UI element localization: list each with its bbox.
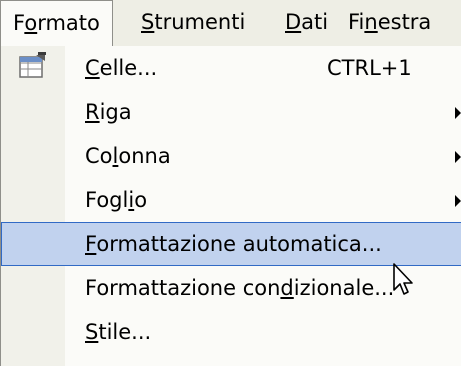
- celle-text-b: elle...: [99, 56, 158, 80]
- menu-item-riga[interactable]: Riga: [1, 90, 461, 134]
- menu-item-stile-label: Stile...: [85, 310, 151, 354]
- arrow-pointer-icon: [393, 263, 413, 295]
- menu-finestra-text-a: Fi: [348, 10, 365, 34]
- menu-dati[interactable]: Dati: [273, 0, 340, 44]
- menu-formato-text-a: F: [13, 11, 25, 35]
- menu-bar: Formato Strumenti Dati Finestra: [0, 0, 461, 47]
- menu-dati-accel: D: [285, 10, 302, 34]
- menu-strumenti-accel: S: [141, 10, 155, 34]
- celle-accel: C: [85, 56, 100, 80]
- menu-item-formattazione-automatica-label: Formattazione automatica...: [85, 222, 382, 266]
- riga-text-b: iga: [99, 100, 132, 124]
- menu-finestra-text-b: estra: [377, 10, 432, 34]
- excel-format-menu-screen: Formato Strumenti Dati Finestra Celle...…: [0, 0, 461, 366]
- submenu-arrow-icon: [455, 195, 461, 207]
- condizionale-accel: d: [280, 276, 294, 300]
- menu-item-formattazione-condizionale-label: Formattazione condizionale...: [85, 266, 394, 310]
- menu-finestra-accel: n: [364, 10, 378, 34]
- colonna-text-b: onna: [118, 144, 171, 168]
- menu-strumenti[interactable]: Strumenti: [129, 0, 257, 44]
- menu-finestra[interactable]: Finestra: [336, 0, 443, 44]
- menu-formato[interactable]: Formato: [0, 0, 113, 47]
- foglio-text-b: o: [134, 188, 148, 212]
- menu-formato-accel: o: [24, 11, 38, 35]
- foglio-text-a: Fogl: [85, 188, 129, 212]
- menu-strumenti-text-b: trumenti: [154, 10, 246, 34]
- stile-accel: S: [85, 320, 99, 344]
- format-cells-icon: [19, 52, 46, 78]
- riga-accel: R: [85, 100, 100, 124]
- formato-dropdown-menu: Celle... CTRL+1 Riga Colonna Foglio Form…: [0, 46, 461, 366]
- menu-formato-text-b: rmato: [37, 11, 100, 35]
- menu-item-celle-shortcut: CTRL+1: [327, 56, 412, 80]
- condizionale-text-a: Formattazione con: [85, 276, 281, 300]
- submenu-arrow-icon: [455, 107, 461, 119]
- automatica-accel: F: [85, 232, 97, 256]
- condizionale-text-b: izionale...: [293, 276, 395, 300]
- menu-item-foglio-label: Foglio: [85, 178, 147, 222]
- submenu-arrow-icon: [455, 151, 461, 163]
- stile-text-b: tile...: [98, 320, 152, 344]
- menu-item-colonna[interactable]: Colonna: [1, 134, 461, 178]
- menu-item-celle[interactable]: Celle... CTRL+1: [1, 46, 461, 90]
- menu-item-colonna-label: Colonna: [85, 134, 171, 178]
- menu-item-celle-label: Celle...: [85, 46, 157, 90]
- automatica-text-b: ormattazione automatica...: [96, 232, 382, 256]
- colonna-text-a: Co: [85, 144, 113, 168]
- menu-item-stile[interactable]: Stile...: [1, 310, 461, 354]
- menu-item-foglio[interactable]: Foglio: [1, 178, 461, 222]
- menu-item-riga-label: Riga: [85, 90, 132, 134]
- menu-dati-text-b: ati: [301, 10, 329, 34]
- menu-item-formattazione-automatica[interactable]: Formattazione automatica...: [1, 222, 461, 266]
